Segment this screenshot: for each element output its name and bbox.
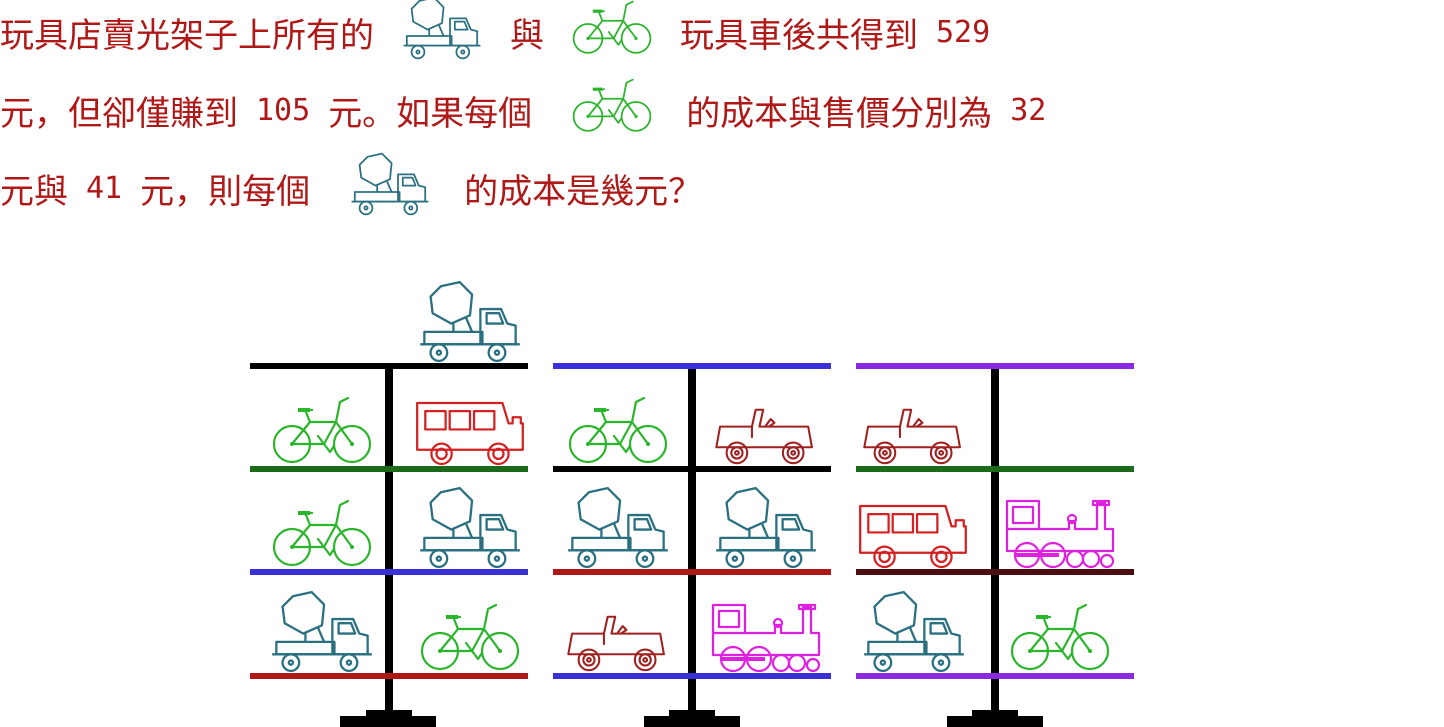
toy-shelves-scene (250, 280, 1134, 727)
shelf-board (856, 673, 1134, 679)
cement-mixer-truck-icon (567, 486, 669, 569)
jeep-icon (715, 408, 813, 465)
shelf-unit-1 (250, 280, 528, 727)
bicycle-icon (1010, 603, 1110, 671)
shelf-board (250, 363, 528, 369)
shelf-pole (991, 366, 999, 718)
shelf-board (250, 466, 528, 472)
cement-mixer-truck-icon (715, 486, 817, 569)
shelf-unit-2 (553, 363, 831, 727)
jeep-icon (863, 408, 961, 465)
shelf-board (553, 569, 831, 575)
shelf-board (553, 466, 831, 472)
shelf-base (669, 710, 715, 716)
shelf-board (856, 569, 1134, 575)
shelf-unit-3 (856, 363, 1134, 727)
shelf-base (644, 716, 740, 727)
shelf-base (972, 710, 1018, 716)
bus-icon (416, 401, 524, 466)
bus-icon (859, 504, 967, 569)
shelf-base (366, 710, 412, 716)
shelf-board (553, 673, 831, 679)
steam-train-icon (1005, 499, 1115, 569)
shelf-base (340, 716, 436, 727)
shelf-base (947, 716, 1043, 727)
shelf-board (250, 569, 528, 575)
shelf-board (553, 363, 831, 369)
shelf-board (250, 673, 528, 679)
shelf-pole (385, 366, 393, 718)
shelf-board (856, 363, 1134, 369)
cement-mixer-truck-icon (863, 590, 965, 673)
shelf-pole (688, 366, 696, 718)
shelf-board (856, 466, 1134, 472)
jeep-icon (567, 615, 665, 672)
cement-mixer-truck-icon (419, 280, 521, 363)
cement-mixer-truck-icon (271, 590, 373, 673)
cement-mixer-truck-icon (419, 486, 521, 569)
bicycle-icon (420, 603, 520, 671)
bicycle-icon (272, 396, 372, 464)
bicycle-icon (272, 499, 372, 567)
bicycle-icon (568, 396, 668, 464)
steam-train-icon (711, 603, 821, 673)
